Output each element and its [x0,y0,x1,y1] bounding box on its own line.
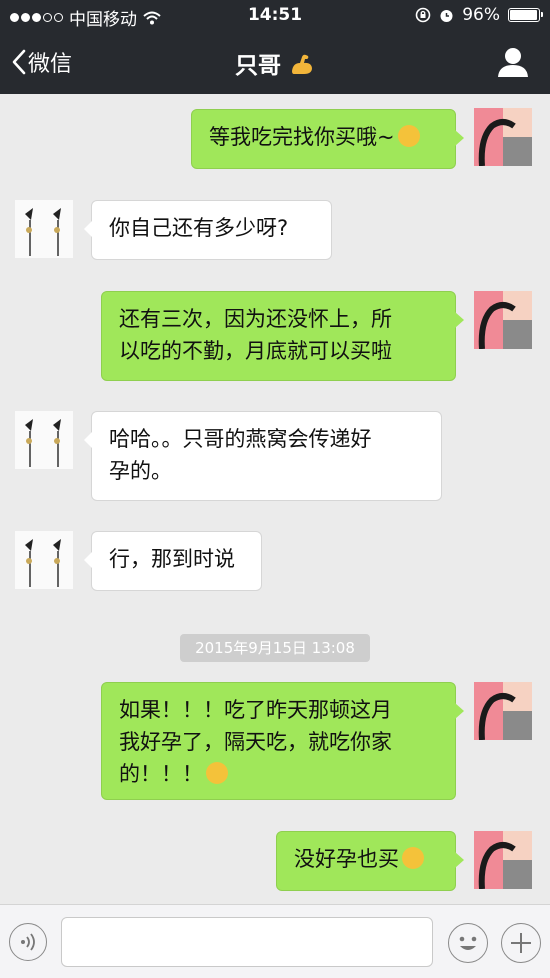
more-options-button[interactable] [501,923,541,963]
alarm-icon [440,9,453,22]
flexed-biceps-emoji [292,54,312,74]
message-bubble-sent[interactable]: 还有三次，因为还没怀上，所 以吃的不勤，月底就可以买啦 [101,291,464,381]
chat-title: 只哥 [0,46,550,80]
profile-icon[interactable] [496,46,530,78]
my-avatar[interactable] [474,108,532,166]
avatar-image [474,682,532,740]
status-right: 96% [415,5,543,25]
avatar-image [474,291,532,349]
avatar-image [15,411,73,469]
nav-bar: 微信 只哥 [0,30,550,94]
friend-avatar[interactable] [15,411,73,469]
battery-percent: 96% [462,5,500,25]
message-text: 行，那到时说 [109,547,235,571]
message-line: 还有三次，因为还没怀上，所 [119,307,392,331]
emoji-button[interactable] [448,923,488,963]
message-bubble-received[interactable]: 哈哈。。只哥的燕窝会传递好 孕的。 [84,411,442,501]
avatar-image [15,200,73,258]
status-bar: 中国移动 14:51 96% [0,0,550,30]
avatar-image [474,108,532,166]
message-line: 孕的。 [109,459,172,483]
battery-icon [508,8,543,22]
plus-icon [511,933,531,953]
message-bubble-sent[interactable]: 没好孕也买 [276,831,464,891]
voice-input-button[interactable] [9,923,47,961]
message-bubble-sent[interactable]: 如果！！！吃了昨天那顿这月 我好孕了，隔天吃，就吃你家 的！！！ [101,682,464,800]
chat-area: 等我吃完找你买哦~ 你自己还有多少呀? 还有三次，因为还没怀上，所 以吃的不勤，… [0,94,550,904]
avatar-image [15,531,73,589]
message-text: 没好孕也买 [294,847,399,871]
message-bubble-received[interactable]: 行，那到时说 [84,531,262,591]
message-line: 哈哈。。只哥的燕窝会传递好 [109,427,372,451]
my-avatar[interactable] [474,682,532,740]
message-line: 以吃的不勤，月底就可以买啦 [119,339,392,363]
input-bar [0,904,550,978]
voice-icon [21,933,35,951]
message-line: 的！！！ [119,762,203,786]
avatar-image [474,831,532,889]
message-timestamp: 2015年9月15日 13:08 [180,634,370,662]
message-text: 等我吃完找你买哦~ [209,125,395,149]
smiley-icon [459,936,477,950]
message-bubble-sent[interactable]: 等我吃完找你买哦~ [191,109,464,169]
message-line: 如果！！！吃了昨天那顿这月 [119,698,392,722]
yawn-emoji [402,847,424,869]
message-input[interactable] [61,917,433,967]
friend-avatar[interactable] [15,200,73,258]
my-avatar[interactable] [474,291,532,349]
orientation-lock-icon [415,7,431,23]
message-bubble-received[interactable]: 你自己还有多少呀? [84,200,332,260]
battery-fill [510,10,537,20]
friend-avatar[interactable] [15,531,73,589]
yawn-emoji [206,762,228,784]
chat-title-text: 只哥 [234,53,281,79]
message-line: 我好孕了，隔天吃，就吃你家 [119,730,392,754]
grinning-emoji [397,125,420,147]
my-avatar[interactable] [474,831,532,889]
message-text: 你自己还有多少呀? [109,216,289,240]
